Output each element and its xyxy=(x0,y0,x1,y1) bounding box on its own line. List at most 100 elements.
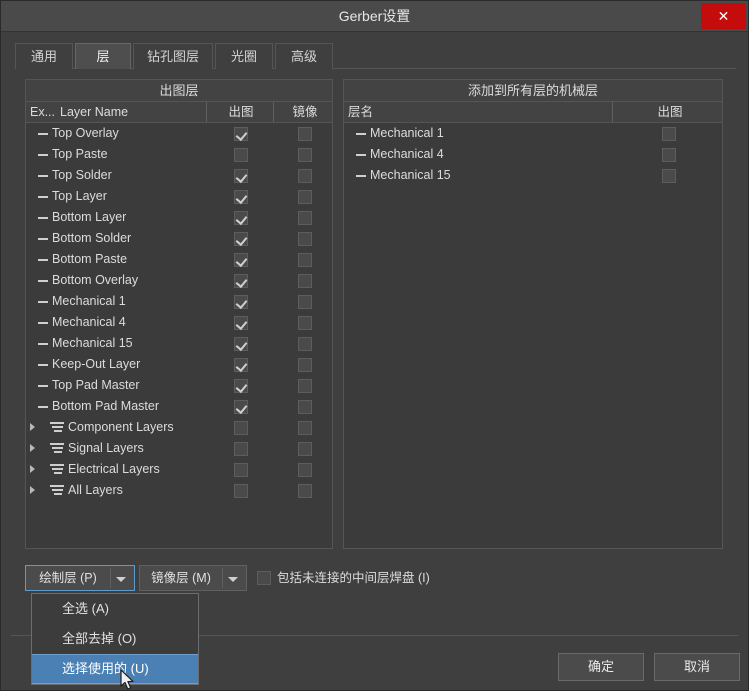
mirror-checkbox[interactable] xyxy=(298,484,312,498)
plot-checkbox[interactable] xyxy=(234,169,248,183)
table-row[interactable]: Bottom Paste xyxy=(26,249,332,270)
chevron-down-icon[interactable] xyxy=(116,577,126,582)
mirror-checkbox[interactable] xyxy=(298,232,312,246)
table-row[interactable]: Top Solder xyxy=(26,165,332,186)
table-row[interactable]: Mechanical 15 xyxy=(26,333,332,354)
checkbox-box[interactable] xyxy=(257,571,271,585)
table-row[interactable]: Signal Layers xyxy=(26,438,332,459)
mirror-checkbox[interactable] xyxy=(298,253,312,267)
layer-name-label: Keep-Out Layer xyxy=(52,357,141,371)
table-row[interactable]: Bottom Overlay xyxy=(26,270,332,291)
chevron-right-icon[interactable] xyxy=(30,486,35,494)
table-row[interactable]: Mechanical 1 xyxy=(344,123,722,144)
plot-checkbox[interactable] xyxy=(234,274,248,288)
plot-checkbox[interactable] xyxy=(234,379,248,393)
tab-3[interactable]: 钻孔图层 xyxy=(133,43,213,69)
plot-checkbox[interactable] xyxy=(234,484,248,498)
plot-checkbox[interactable] xyxy=(234,400,248,414)
layer-name-label: Mechanical 15 xyxy=(370,168,451,182)
plot-layers-dropdown-menu[interactable]: 全选 (A) 全部去掉 (O) 选择使用的 (U) xyxy=(31,593,199,685)
table-row[interactable]: Component Layers xyxy=(26,417,332,438)
mirror-checkbox[interactable] xyxy=(298,379,312,393)
mirror-checkbox[interactable] xyxy=(298,337,312,351)
plot-checkbox[interactable] xyxy=(234,442,248,456)
layer-dash-icon xyxy=(38,238,48,240)
column-extended: Ex... xyxy=(30,105,56,119)
mirror-checkbox[interactable] xyxy=(298,211,312,225)
plot-checkbox[interactable] xyxy=(234,337,248,351)
plot-checkbox[interactable] xyxy=(234,148,248,162)
chevron-right-icon[interactable] xyxy=(30,465,35,473)
plot-checkbox[interactable] xyxy=(234,253,248,267)
tab-bar: 通用层钻孔图层 光圈 高级 xyxy=(15,43,736,69)
chevron-right-icon[interactable] xyxy=(30,423,35,431)
table-row[interactable]: Top Pad Master xyxy=(26,375,332,396)
mirror-checkbox[interactable] xyxy=(298,421,312,435)
mirror-checkbox[interactable] xyxy=(298,442,312,456)
plot-checkbox[interactable] xyxy=(234,316,248,330)
mirror-checkbox[interactable] xyxy=(298,127,312,141)
tab-1[interactable]: 通用 xyxy=(15,43,73,69)
chevron-down-icon[interactable] xyxy=(228,577,238,582)
menu-item[interactable]: 全部去掉 (O) xyxy=(32,624,198,654)
plot-checkbox[interactable] xyxy=(234,421,248,435)
table-row[interactable]: Mechanical 4 xyxy=(26,312,332,333)
plot-layers-list[interactable]: Top Overlay Top Paste Top Solder Top Layer B… xyxy=(26,123,332,548)
table-row[interactable]: Mechanical 4 xyxy=(344,144,722,165)
tab-2[interactable]: 层 xyxy=(75,43,131,69)
table-row[interactable]: Electrical Layers xyxy=(26,459,332,480)
table-row[interactable]: Top Overlay xyxy=(26,123,332,144)
plot-checkbox[interactable] xyxy=(662,169,676,183)
plot-checkbox[interactable] xyxy=(234,190,248,204)
plot-checkbox[interactable] xyxy=(234,127,248,141)
mirror-checkbox[interactable] xyxy=(298,358,312,372)
mirror-checkbox[interactable] xyxy=(298,463,312,477)
plot-checkbox[interactable] xyxy=(234,211,248,225)
mirror-layers-dropdown-button[interactable]: 镜像层 (M) xyxy=(139,565,247,591)
mirror-checkbox[interactable] xyxy=(298,274,312,288)
plot-checkbox[interactable] xyxy=(234,358,248,372)
mechanical-layers-list[interactable]: Mechanical 1 Mechanical 4 Mechanical 15 xyxy=(344,123,722,548)
plot-layers-dropdown-button[interactable]: 绘制层 (P) xyxy=(25,565,135,591)
chevron-right-icon[interactable] xyxy=(30,444,35,452)
mirror-checkbox[interactable] xyxy=(298,316,312,330)
cancel-button[interactable]: 取消 xyxy=(654,653,740,681)
plot-checkbox[interactable] xyxy=(662,127,676,141)
table-row[interactable]: Top Layer xyxy=(26,186,332,207)
button-divider xyxy=(110,568,111,588)
table-row[interactable]: Mechanical 15 xyxy=(344,165,722,186)
menu-item[interactable]: 选择使用的 (U) xyxy=(32,654,198,684)
layer-dash-icon xyxy=(356,154,366,156)
mechanical-layers-panel: 添加到所有层的机械层 层名 出图 Mechanical 1 Mechanical … xyxy=(343,79,723,549)
tab-5[interactable]: 高级 xyxy=(275,43,333,69)
table-row[interactable]: All Layers xyxy=(26,480,332,501)
mirror-checkbox[interactable] xyxy=(298,190,312,204)
mirror-checkbox[interactable] xyxy=(298,169,312,183)
mirror-checkbox[interactable] xyxy=(298,295,312,309)
mirror-checkbox[interactable] xyxy=(298,148,312,162)
table-row[interactable]: Bottom Pad Master xyxy=(26,396,332,417)
layer-dash-icon xyxy=(38,154,48,156)
layer-name-label: Top Layer xyxy=(52,189,107,203)
plot-checkbox[interactable] xyxy=(234,232,248,246)
column-layer-name: 层名 xyxy=(348,105,374,119)
menu-item[interactable]: 全选 (A) xyxy=(32,594,198,624)
plot-checkbox[interactable] xyxy=(234,463,248,477)
table-row[interactable]: Mechanical 1 xyxy=(26,291,332,312)
ok-button[interactable]: 确定 xyxy=(558,653,644,681)
layer-name-label: Electrical Layers xyxy=(68,462,160,476)
column-divider xyxy=(206,102,207,122)
layer-name-label: Top Paste xyxy=(52,147,108,161)
tab-4[interactable]: 光圈 xyxy=(215,43,273,69)
plot-checkbox[interactable] xyxy=(234,295,248,309)
table-row[interactable]: Top Paste xyxy=(26,144,332,165)
layer-dash-icon xyxy=(38,196,48,198)
plot-checkbox[interactable] xyxy=(662,148,676,162)
table-row[interactable]: Bottom Layer xyxy=(26,207,332,228)
close-icon[interactable]: ✕ xyxy=(701,3,746,29)
mirror-checkbox[interactable] xyxy=(298,400,312,414)
table-row[interactable]: Bottom Solder xyxy=(26,228,332,249)
layer-name-label: Mechanical 4 xyxy=(370,147,444,161)
layer-dash-icon xyxy=(38,343,48,345)
table-row[interactable]: Keep-Out Layer xyxy=(26,354,332,375)
